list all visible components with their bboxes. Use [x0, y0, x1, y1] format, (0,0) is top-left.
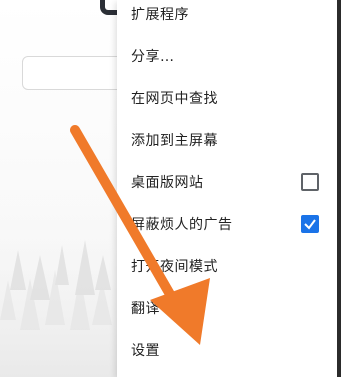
- overflow-menu: 扩展程序分享… 在网页中查找 添加到主屏幕 桌面版网站屏蔽烦人的广告 打开夜间模式 翻译设…: [117, 0, 341, 377]
- menu-item[interactable]: 扩展程序: [117, 0, 341, 35]
- menu-item[interactable]: 分享…: [117, 35, 341, 77]
- checkbox-checked[interactable]: [301, 215, 319, 233]
- menu-item-label: 扩展程序: [131, 7, 189, 23]
- menu-item-label: 屏蔽烦人的广告: [131, 217, 233, 233]
- menu-item-label: 分享…: [131, 49, 175, 65]
- menu-item[interactable]: 屏蔽烦人的广告: [117, 203, 341, 245]
- screen: 扩展程序分享… 在网页中查找 添加到主屏幕 桌面版网站屏蔽烦人的广告 打开夜间模式 翻译设…: [0, 0, 341, 377]
- menu-item-label: 添加到主屏幕: [131, 133, 218, 149]
- menu-item[interactable]: 打开夜间模式: [117, 245, 341, 287]
- menu-item-label: 翻译: [131, 301, 160, 317]
- search-input[interactable]: [22, 56, 132, 90]
- menu-item[interactable]: 翻译: [117, 287, 341, 329]
- menu-item[interactable]: 桌面版网站: [117, 161, 341, 203]
- menu-item-label: 在网页中查找: [131, 91, 218, 107]
- menu-item-label: 打开夜间模式: [131, 259, 218, 275]
- screen-edge: [337, 0, 341, 377]
- checkbox[interactable]: [301, 173, 319, 191]
- menu-item[interactable]: 在网页中查找: [117, 77, 341, 119]
- check-icon: [304, 219, 316, 230]
- menu-item-label: 设置: [131, 343, 160, 359]
- menu-item[interactable]: 添加到主屏幕: [117, 119, 341, 161]
- menu-item[interactable]: 设置: [117, 329, 341, 371]
- menu-item-label: 桌面版网站: [131, 175, 204, 191]
